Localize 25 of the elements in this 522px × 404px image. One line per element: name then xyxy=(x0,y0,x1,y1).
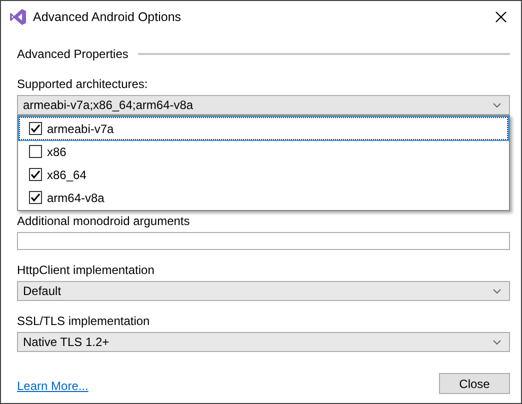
httpclient-dropdown[interactable]: Default xyxy=(17,281,510,301)
field-label: Additional monodroid arguments xyxy=(17,214,191,228)
chevron-icon xyxy=(493,340,501,344)
checkbox[interactable] xyxy=(29,122,42,135)
architectures-dropdown[interactable]: armeabi-v7a;x86_64;arm64-v8a xyxy=(17,95,510,115)
close-icon[interactable] xyxy=(495,11,507,23)
field-label: Supported architectures: xyxy=(17,77,149,91)
window-title: Advanced Android Options xyxy=(33,10,182,24)
chevron-icon xyxy=(493,102,501,108)
chevron-icon xyxy=(493,288,501,294)
checkbox[interactable] xyxy=(29,168,42,181)
app-logo-icon xyxy=(9,8,27,26)
learn-more-link[interactable]: Learn More... xyxy=(17,379,88,393)
option-item[interactable]: x86 xyxy=(19,140,508,163)
ssl-dropdown[interactable]: Native TLS 1.2+ xyxy=(17,332,510,352)
option-item[interactable]: x86_64 xyxy=(19,163,508,186)
section-title: Advanced Properties xyxy=(17,47,128,61)
checkbox[interactable] xyxy=(29,145,42,158)
option-item[interactable]: arm64-v8a xyxy=(19,186,508,209)
checkbox[interactable] xyxy=(29,191,42,204)
close-button[interactable]: Close xyxy=(439,373,510,394)
arguments-field[interactable] xyxy=(17,232,510,250)
field-label: HttpClient implementation xyxy=(17,263,156,277)
option-item[interactable]: armeabi-v7a xyxy=(19,117,508,140)
field-label: SSL/TLS implementation xyxy=(17,314,151,328)
